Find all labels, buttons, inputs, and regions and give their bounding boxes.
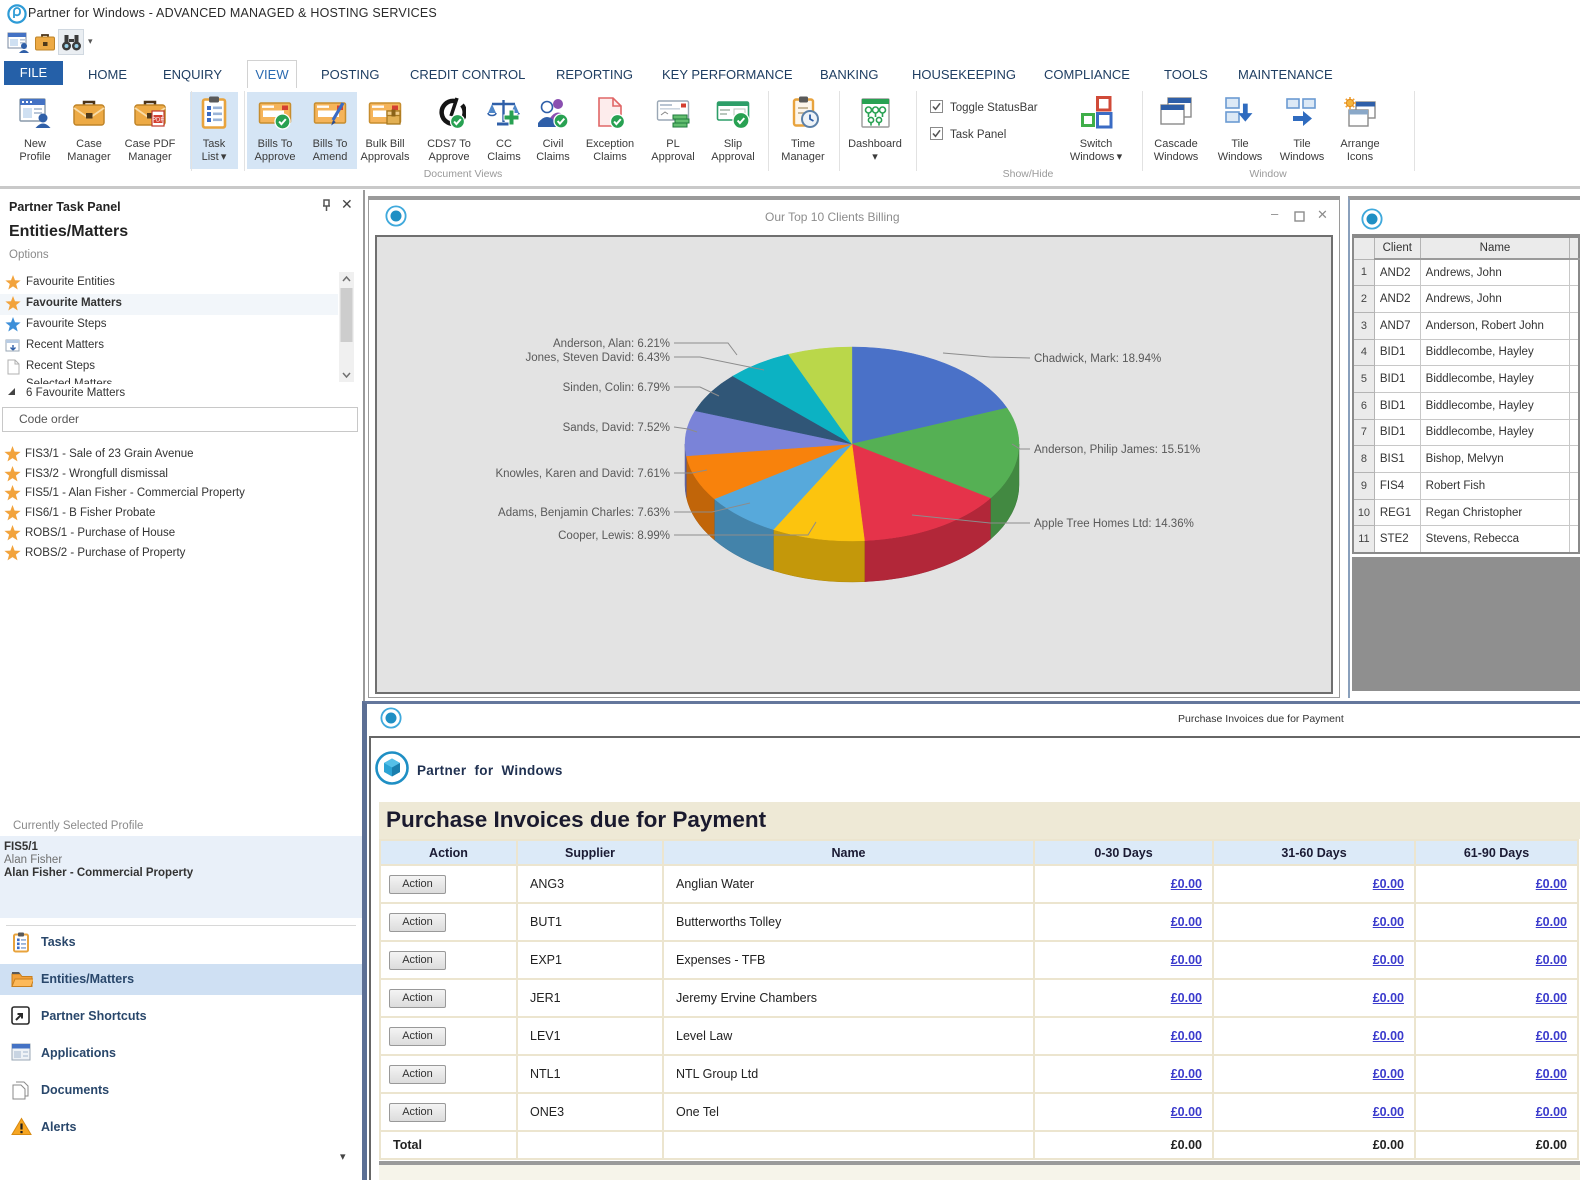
svg-text:Anderson, Philip James: 15.51%: Anderson, Philip James: 15.51% (1034, 444, 1200, 456)
svg-text:Sands, David: 7.52%: Sands, David: 7.52% (563, 422, 670, 434)
svg-text:Chadwick, Mark: 18.94%: Chadwick, Mark: 18.94% (1034, 353, 1161, 365)
svg-text:Cooper, Lewis: 8.99%: Cooper, Lewis: 8.99% (558, 530, 670, 542)
svg-text:Adams, Benjamin Charles: 7.63%: Adams, Benjamin Charles: 7.63% (498, 507, 670, 519)
svg-text:Knowles, Karen and David: 7.61: Knowles, Karen and David: 7.61% (495, 468, 670, 480)
svg-text:Anderson, Alan: 6.21%: Anderson, Alan: 6.21% (553, 338, 670, 350)
svg-text:Apple Tree Homes Ltd: 14.36%: Apple Tree Homes Ltd: 14.36% (1034, 518, 1194, 530)
svg-text:Sinden, Colin: 6.79%: Sinden, Colin: 6.79% (563, 382, 670, 394)
svg-text:Jones, Steven David: 6.43%: Jones, Steven David: 6.43% (526, 352, 670, 364)
svg-text:PDF: PDF (152, 118, 164, 124)
